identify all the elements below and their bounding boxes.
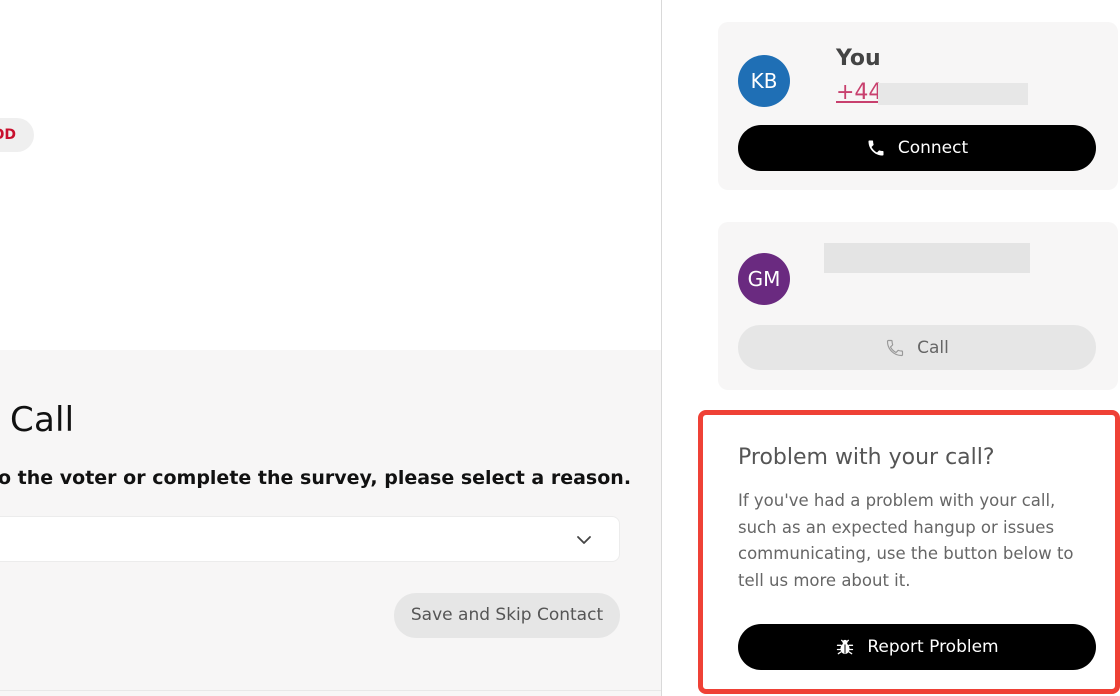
section-title: Call — [10, 400, 75, 440]
call-button[interactable]: Call — [738, 325, 1096, 370]
avatar: GM — [738, 253, 790, 305]
report-problem-button[interactable]: Report Problem — [738, 624, 1096, 670]
bug-icon — [837, 639, 854, 655]
status-badge: OD — [0, 118, 34, 152]
save-and-skip-button[interactable]: Save and Skip Contact — [394, 593, 620, 638]
problem-title: Problem with your call? — [738, 445, 995, 470]
caller-name: You — [836, 46, 881, 71]
main-panel — [0, 0, 661, 696]
reason-select[interactable] — [0, 516, 620, 562]
contact-details-area — [0, 0, 661, 350]
caller-phone-link[interactable]: +44 — [836, 80, 882, 105]
call-button-label: Call — [917, 337, 949, 358]
chevron-down-icon — [577, 536, 591, 544]
phone-icon — [868, 140, 884, 156]
divider — [0, 690, 661, 691]
avatar: KB — [738, 55, 790, 107]
report-problem-label: Report Problem — [867, 637, 999, 657]
connect-button-label: Connect — [897, 138, 969, 158]
phone-icon — [887, 339, 904, 356]
redacted-contact-name — [824, 243, 1030, 273]
connect-button[interactable]: Connect — [738, 125, 1096, 171]
problem-description: If you've had a problem with your call, … — [738, 491, 1074, 590]
redacted-phone — [878, 83, 1028, 105]
skip-instruction: o the voter or complete the survey, plea… — [0, 467, 632, 489]
